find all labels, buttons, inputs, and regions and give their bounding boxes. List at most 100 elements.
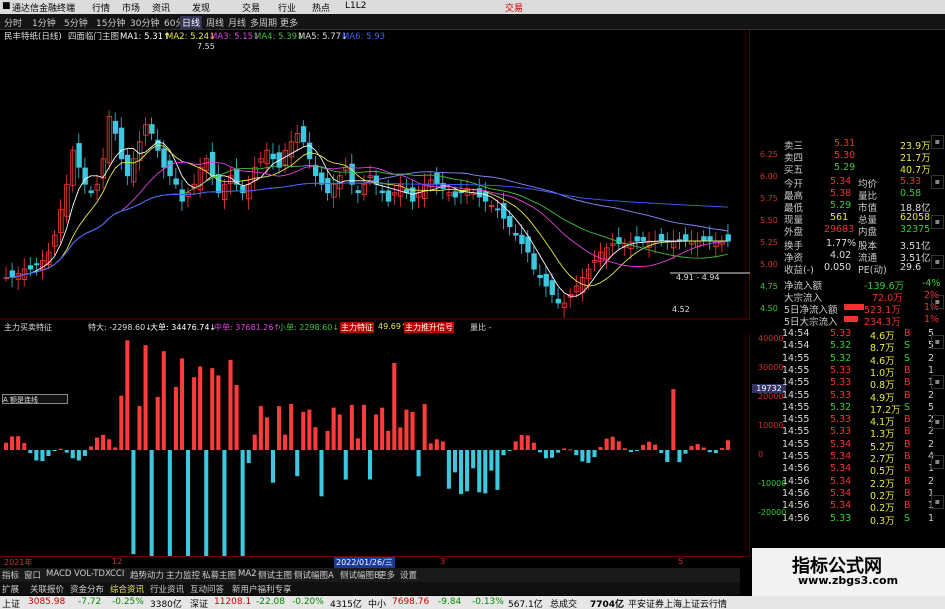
flow-bar bbox=[210, 368, 215, 450]
tick-row: 14:55 5.33 1.3万 B 2 bbox=[782, 426, 935, 441]
period-tab[interactable]: 周线 bbox=[206, 16, 224, 29]
ma-lines bbox=[6, 141, 729, 297]
search-icon[interactable]: ▪ bbox=[931, 295, 944, 309]
side-label[interactable]: A 额是连线 bbox=[2, 394, 68, 404]
grid-icon[interactable]: ▪ bbox=[931, 135, 944, 149]
list-icon[interactable]: ▪ bbox=[931, 255, 944, 269]
flow-bar bbox=[131, 450, 136, 555]
layers-icon[interactable]: ▪ bbox=[931, 175, 944, 189]
period-tab[interactable]: 分时 bbox=[4, 16, 22, 29]
user-icon[interactable]: ▪ bbox=[931, 455, 944, 469]
capital-flow-histogram[interactable] bbox=[0, 334, 750, 556]
candle-body bbox=[149, 124, 155, 134]
menu-item[interactable]: 发现 bbox=[192, 1, 210, 14]
indicator-item: 主力推升信号 bbox=[404, 322, 454, 333]
flow-bar bbox=[562, 448, 567, 450]
tab[interactable]: VOL-TDX bbox=[74, 569, 111, 579]
tab[interactable]: 侧试幅图B bbox=[340, 569, 380, 581]
candlestick-chart[interactable]: 6.25 民丰特纸(日线) 四面临门主图 MA1: 5.31↑ MA2: 5.2… bbox=[0, 30, 750, 320]
flow-bar bbox=[701, 447, 706, 450]
flow-bar bbox=[143, 345, 148, 450]
period-tab[interactable]: 5分钟 bbox=[64, 16, 88, 29]
period-tab[interactable]: 月线 bbox=[228, 16, 246, 29]
flow-bar bbox=[519, 434, 524, 450]
flow-bar bbox=[301, 411, 306, 450]
flow-bar bbox=[725, 440, 730, 450]
indicator-title: 主力买卖特征 bbox=[4, 323, 52, 332]
tab[interactable]: 私募主图 bbox=[202, 569, 236, 581]
flow-bar bbox=[186, 450, 191, 556]
flow-bar bbox=[95, 437, 100, 450]
tab[interactable]: 关联报价 bbox=[30, 583, 64, 595]
tab[interactable]: 综合资讯 bbox=[110, 583, 144, 595]
indicator-item: 大单: 34476.74↓ bbox=[150, 323, 217, 332]
period-tab-active[interactable]: 日线 bbox=[180, 16, 203, 29]
tab[interactable]: 窗口 bbox=[24, 569, 41, 581]
tab[interactable]: 扩展 bbox=[2, 583, 19, 595]
tick-list[interactable]: 14:54 5.33 4.6万 B 5 14:54 5.32 8.7万 S 5 14:55 5.32 4… bbox=[752, 328, 942, 548]
tab[interactable]: 更多 bbox=[378, 569, 395, 581]
candle-body bbox=[555, 298, 562, 304]
chart-icon[interactable]: ▪ bbox=[931, 215, 944, 229]
flow-bar bbox=[525, 435, 530, 450]
tick-row: 14:55 5.34 5.2万 B 2 bbox=[782, 438, 935, 453]
menu-item[interactable]: 热点 bbox=[312, 1, 330, 14]
tab[interactable]: CCI bbox=[110, 569, 124, 579]
tab[interactable]: MACD bbox=[46, 569, 71, 579]
candles bbox=[3, 110, 731, 318]
candle-body bbox=[701, 236, 707, 242]
gear-icon[interactable]: ▪ bbox=[931, 335, 944, 349]
total-val: 7704亿 bbox=[590, 600, 625, 609]
menu-item[interactable]: 资讯 bbox=[152, 1, 170, 14]
period-tab[interactable]: 30分钟 bbox=[130, 16, 159, 29]
indicator-item: 特大: -2298.60↓ bbox=[88, 323, 152, 332]
menu-item[interactable]: 行情 bbox=[92, 1, 110, 14]
period-tab[interactable]: 多周期 bbox=[250, 16, 277, 29]
flow-bar bbox=[610, 436, 615, 450]
flow-bar bbox=[313, 427, 318, 450]
tab[interactable]: 资金分布 bbox=[70, 583, 104, 595]
menu-item[interactable]: 市场 bbox=[122, 1, 140, 14]
flow-bar bbox=[459, 450, 464, 495]
star-icon[interactable]: ▪ bbox=[931, 375, 944, 389]
tab[interactable]: 新用户福利专享 bbox=[232, 583, 292, 595]
flow-bar bbox=[531, 442, 536, 450]
flow-bar bbox=[713, 450, 718, 454]
flow-bar bbox=[289, 404, 294, 450]
flow-bar bbox=[228, 359, 233, 450]
candle-body bbox=[537, 275, 543, 278]
stat-row: 现量 561 总量 62058 bbox=[784, 212, 931, 226]
flow-bar bbox=[501, 450, 506, 456]
tab[interactable]: 趋势动力 bbox=[130, 569, 164, 581]
menu-item[interactable]: L1L2 bbox=[345, 1, 366, 11]
indicator-name: 四面临门主图 bbox=[68, 31, 119, 42]
flow-bar bbox=[204, 450, 209, 556]
tab[interactable]: 设置 bbox=[400, 569, 417, 581]
zx-val: 7698.76 bbox=[392, 597, 430, 607]
tab[interactable]: 侧试幅图A bbox=[294, 569, 334, 581]
ma6-label: MA6: 5.93 bbox=[342, 32, 385, 42]
period-tab[interactable]: 更多 bbox=[280, 16, 298, 29]
bell-icon[interactable]: ▪ bbox=[931, 415, 944, 429]
menu-item[interactable]: 行业 bbox=[278, 1, 296, 14]
trade-menu[interactable]: 交易 bbox=[505, 1, 523, 14]
tab[interactable]: 行业资讯 bbox=[150, 583, 184, 595]
period-tab[interactable]: 15分钟 bbox=[96, 16, 125, 29]
tab[interactable]: 侧试主图 bbox=[258, 569, 292, 581]
flow-bar bbox=[574, 450, 579, 456]
candle-body bbox=[616, 237, 622, 245]
tick-row: 14:54 5.33 4.6万 B 5 bbox=[782, 328, 935, 342]
flow-bar bbox=[295, 450, 300, 477]
flow-row: 净流入额 -139.6万 -4% bbox=[784, 278, 941, 292]
menu-item[interactable]: 交易 bbox=[242, 1, 260, 14]
info-icon[interactable]: ▪ bbox=[931, 495, 944, 509]
tab[interactable]: 指标 bbox=[2, 569, 19, 581]
candle-body bbox=[215, 174, 222, 194]
tab[interactable]: 互动问答 bbox=[190, 583, 224, 595]
flow-bar bbox=[471, 450, 476, 469]
tab[interactable]: MA2 bbox=[238, 569, 257, 579]
period-tab[interactable]: 1分钟 bbox=[32, 16, 56, 29]
tab[interactable]: 主力监控 bbox=[166, 569, 200, 581]
flow-bar bbox=[580, 450, 585, 462]
indicator-item: 小单: 2298.60↓ bbox=[278, 323, 340, 332]
